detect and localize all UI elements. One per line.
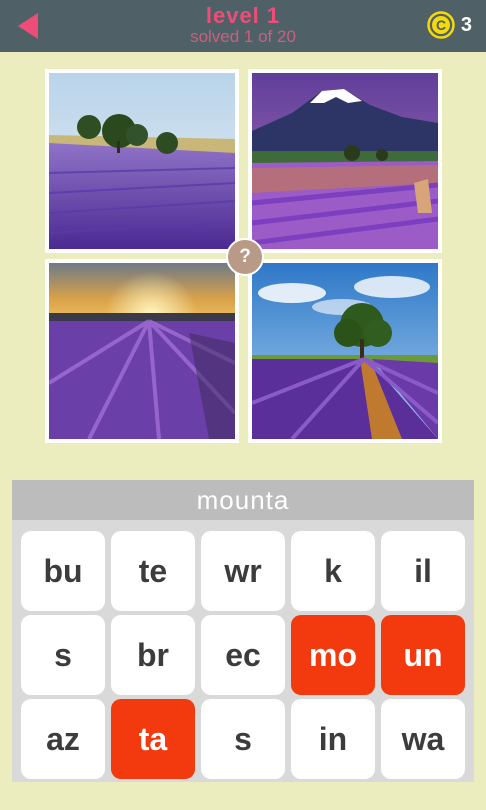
photo-tree-lavender[interactable] xyxy=(248,259,442,443)
syllable-tile[interactable]: az xyxy=(21,699,105,779)
hint-icon[interactable]: ? xyxy=(226,238,264,276)
answer-panel: mounta bu te wr k il s br ec mo un az ta s in wa xyxy=(12,480,474,782)
syllable-tile[interactable]: te xyxy=(111,531,195,611)
syllable-tile[interactable]: s xyxy=(201,699,285,779)
level-title: level 1 xyxy=(205,3,281,28)
progress-text: solved 1 of 20 xyxy=(190,27,296,46)
syllable-tile[interactable]: in xyxy=(291,699,375,779)
photo-sunset-lavender[interactable] xyxy=(45,259,239,443)
syllable-tile[interactable]: wa xyxy=(381,699,465,779)
top-bar: level 1 solved 1 of 20 C 3 xyxy=(0,0,486,52)
coin-icon: C xyxy=(427,11,455,39)
syllable-tile[interactable]: bu xyxy=(21,531,105,611)
syllable-tile[interactable]: wr xyxy=(201,531,285,611)
syllable-tile[interactable]: s xyxy=(21,615,105,695)
syllable-tile[interactable]: ec xyxy=(201,615,285,695)
syllable-tile[interactable]: il xyxy=(381,531,465,611)
answer-display: mounta xyxy=(12,480,474,520)
coin-count: 3 xyxy=(460,13,472,36)
coin-counter[interactable]: C 3 xyxy=(427,11,472,39)
syllable-tile[interactable]: un xyxy=(381,615,465,695)
syllable-tile[interactable]: mo xyxy=(291,615,375,695)
coin-symbol: C xyxy=(436,17,446,33)
syllable-tile[interactable]: k xyxy=(291,531,375,611)
syllable-tile[interactable]: ta xyxy=(111,699,195,779)
photo-mountain-lavender[interactable] xyxy=(248,69,442,253)
photo-lavender-trees[interactable] xyxy=(45,69,239,253)
syllable-tile[interactable]: br xyxy=(111,615,195,695)
